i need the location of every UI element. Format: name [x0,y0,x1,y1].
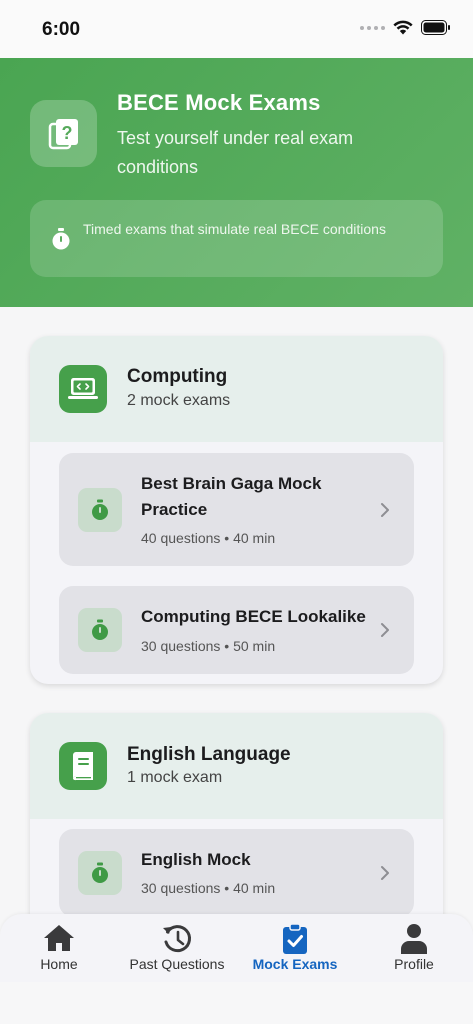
chevron-right-icon [381,866,389,880]
tab-mock-exams[interactable]: Mock Exams [236,914,354,982]
laptop-code-icon [59,365,107,413]
tab-label: Past Questions [129,956,225,972]
exam-questions: 40 questions [141,530,221,546]
tab-bar: Home Past Questions Mock Exams Profile [0,914,473,982]
home-indicator-area [0,982,473,1024]
exam-meta: 40 questions • 40 min [141,530,276,546]
exam-duration: 40 min [233,880,276,896]
exam-meta: 30 questions • 40 min [141,880,276,896]
page-subtitle: Test yourself under real exam conditions [117,128,354,177]
exam-title: Best Brain Gaga Mock Practice [141,474,322,519]
exam-questions: 30 questions [141,638,221,654]
svg-text:?: ? [61,123,72,143]
hero-banner: ? BECE Mock Exams Test yourself under re… [0,58,473,307]
status-time: 6:00 [42,19,81,40]
tab-home[interactable]: Home [0,914,118,982]
subject-header: English Language 1 mock exam [30,713,443,819]
page-title: BECE Mock Exams [117,90,321,115]
history-icon [163,925,192,953]
subject-name: English Language [127,744,291,765]
timer-icon [52,228,70,250]
exam-questions: 30 questions [141,880,221,896]
tab-past-questions[interactable]: Past Questions [118,914,236,982]
exam-item[interactable]: Best Brain Gaga Mock Practice 40 questio… [59,453,414,566]
info-note: Timed exams that simulate real BECE cond… [30,200,443,277]
home-icon [44,925,74,951]
quiz-icon: ? [30,100,97,167]
subject-name: Computing [127,366,228,387]
signal-icon [360,25,385,30]
book-icon [59,742,107,790]
tab-label: Home [40,956,78,972]
subject-header: Computing 2 mock exams [30,336,443,442]
exam-item[interactable]: Computing BECE Lookalike 30 questions • … [59,586,414,674]
exam-title: Computing BECE Lookalike [141,607,366,626]
tab-label: Profile [394,956,434,972]
person-icon [401,924,427,954]
exam-duration: 50 min [233,638,276,654]
exam-item[interactable]: English Mock 30 questions • 40 min [59,829,414,917]
chevron-right-icon [381,503,389,517]
exam-duration: 40 min [233,530,276,546]
info-note-text: Timed exams that simulate real BECE cond… [83,221,386,237]
clipboard-check-icon [283,923,307,954]
timer-icon [78,608,122,652]
timer-icon [78,851,122,895]
tab-profile[interactable]: Profile [355,914,473,982]
subject-card-computing: Computing 2 mock exams Best Brain Gaga M… [30,336,443,684]
status-bar: 6:00 [0,0,473,58]
tab-label: Mock Exams [252,956,338,972]
exam-meta: 30 questions • 50 min [141,638,276,654]
battery-icon [421,20,450,35]
chevron-right-icon [381,623,389,637]
wifi-icon [393,20,413,35]
subject-count: 2 mock exams [127,392,231,409]
status-icons [360,20,451,35]
timer-icon [78,488,122,532]
subject-count: 1 mock exam [127,769,223,786]
exam-title: English Mock [141,850,251,869]
